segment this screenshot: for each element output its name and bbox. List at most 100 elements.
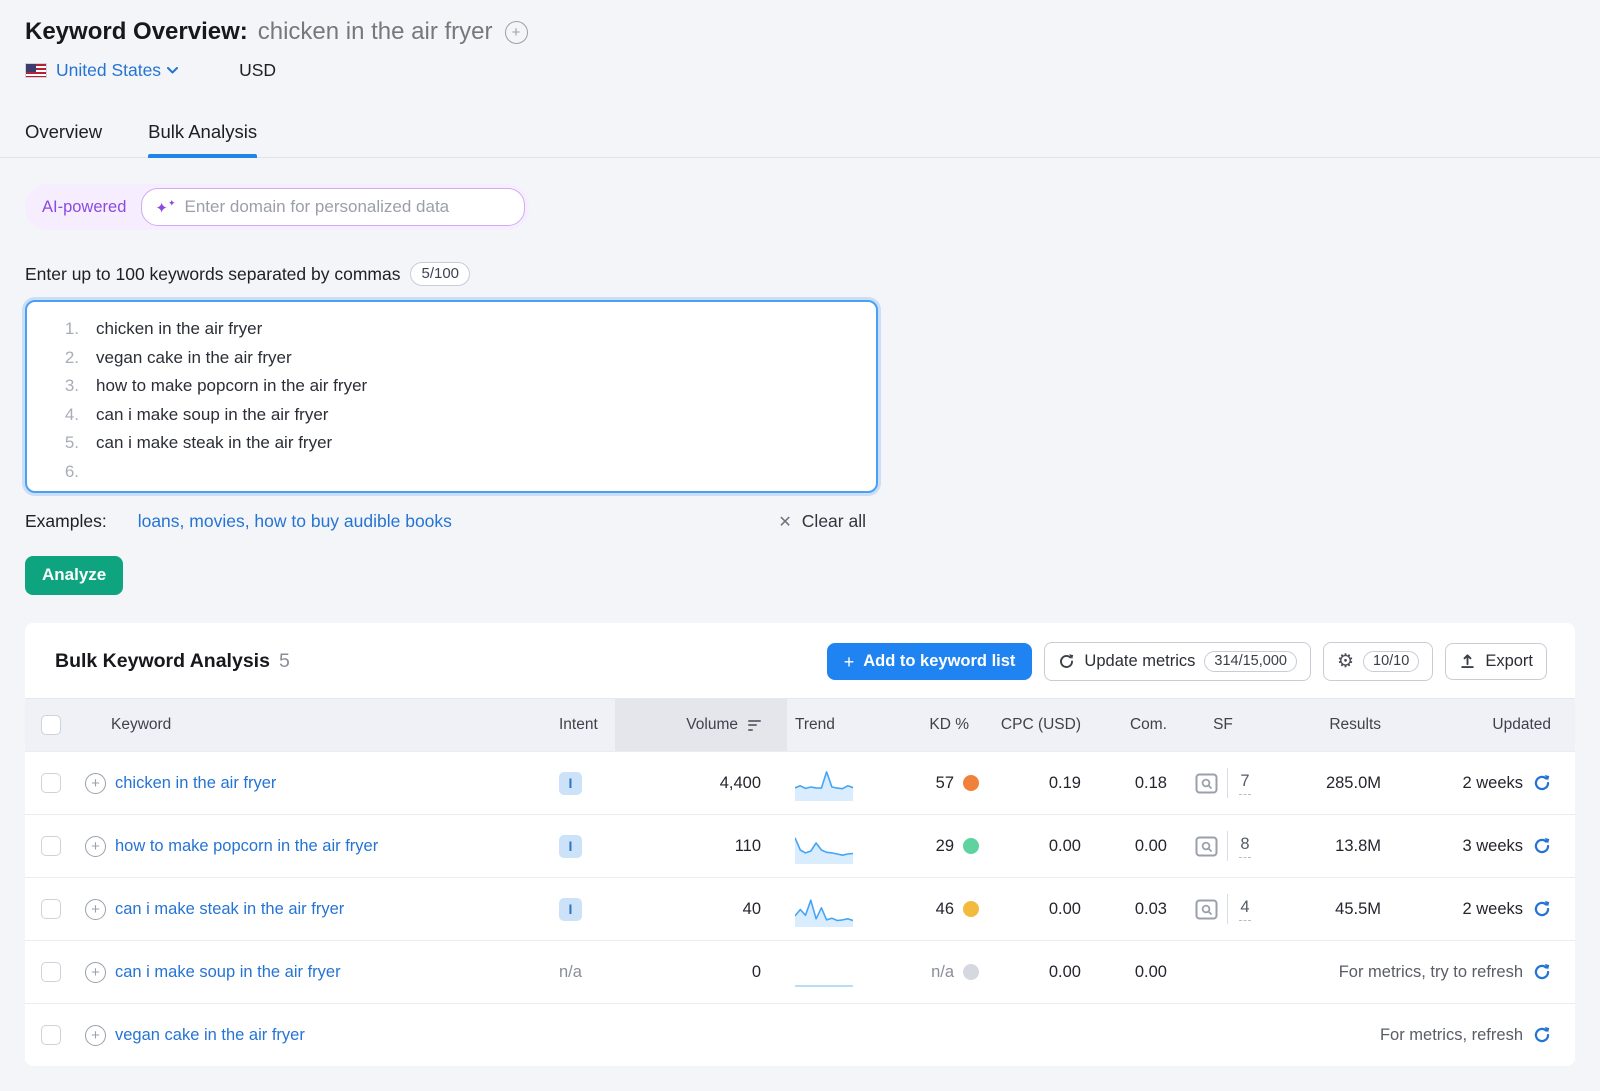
keyword-link[interactable]: vegan cake in the air fryer — [115, 1026, 305, 1045]
volume-cell: 0 — [615, 941, 787, 1003]
column-updated[interactable]: Updated — [1389, 699, 1575, 751]
examples-row: Examples: loans, movies, how to buy audi… — [25, 511, 878, 532]
clear-all-label: Clear all — [802, 511, 866, 532]
examples-link[interactable]: loans, movies, how to buy audible books — [138, 511, 452, 532]
line-text: how to make popcorn in the air fryer — [96, 372, 367, 401]
keyword-line: 3.how to make popcorn in the air fryer — [45, 372, 858, 401]
intent-cell: I — [551, 815, 615, 877]
trend-sparkline — [787, 941, 889, 1003]
sf-count[interactable]: 4 — [1239, 897, 1250, 922]
domain-input[interactable] — [185, 197, 509, 217]
column-keyword[interactable]: Keyword — [77, 699, 551, 751]
keyword-link[interactable]: chicken in the air fryer — [115, 774, 276, 793]
kd-dot — [963, 901, 979, 917]
serp-features-icon[interactable] — [1195, 899, 1218, 920]
add-keyword-to-list-icon[interactable]: + — [505, 21, 528, 44]
settings-button[interactable]: ⚙ 10/10 — [1323, 642, 1433, 681]
column-com[interactable]: Com. — [1095, 699, 1175, 751]
export-label: Export — [1485, 652, 1533, 671]
updated-cell: 2 weeks — [1389, 878, 1575, 940]
add-to-keyword-list-button[interactable]: + Add to keyword list — [827, 643, 1033, 680]
row-checkbox[interactable] — [41, 962, 61, 982]
refresh-icon[interactable] — [1533, 837, 1551, 855]
metrics-note-text: For metrics, refresh — [1380, 1026, 1523, 1045]
updated-value: 2 weeks — [1462, 900, 1523, 919]
com-cell: 0.00 — [1095, 815, 1175, 877]
export-icon — [1459, 653, 1476, 670]
row-checkbox[interactable] — [41, 836, 61, 856]
table-row: + how to make popcorn in the air fryer I… — [25, 814, 1575, 877]
keyword-link[interactable]: can i make soup in the air fryer — [115, 963, 341, 982]
sf-cell: 8 — [1175, 815, 1271, 877]
kd-cell: 29 — [889, 815, 987, 877]
keyword-link[interactable]: can i make steak in the air fryer — [115, 900, 344, 919]
line-text: chicken in the air fryer — [96, 315, 262, 344]
volume-cell — [615, 1004, 787, 1066]
column-intent[interactable]: Intent — [551, 699, 615, 751]
volume-cell: 40 — [615, 878, 787, 940]
intent-badge-informational: I — [559, 835, 582, 858]
sf-cell — [1175, 1004, 1271, 1066]
export-button[interactable]: Export — [1445, 643, 1547, 680]
tab-overview[interactable]: Overview — [25, 111, 102, 157]
intent-badge-informational: I — [559, 772, 582, 795]
update-metrics-label: Update metrics — [1084, 652, 1195, 671]
serp-features-icon[interactable] — [1195, 836, 1218, 857]
kd-value: 29 — [936, 837, 954, 856]
panel-header: Bulk Keyword Analysis 5 + Add to keyword… — [25, 623, 1575, 698]
sf-count[interactable]: 8 — [1239, 834, 1250, 859]
analyze-button[interactable]: Analyze — [25, 556, 123, 595]
row-checkbox[interactable] — [41, 773, 61, 793]
panel-actions: + Add to keyword list Update metrics 314… — [827, 642, 1547, 681]
keyword-link[interactable]: how to make popcorn in the air fryer — [115, 837, 378, 856]
metrics-note: For metrics, try to refresh — [1271, 941, 1575, 1003]
line-number: 6. — [45, 458, 79, 487]
line-number: 2. — [45, 344, 79, 373]
column-trend[interactable]: Trend — [787, 699, 889, 751]
kd-dot — [963, 838, 979, 854]
kd-dot — [963, 964, 979, 980]
trend-sparkline — [787, 878, 889, 940]
kd-cell: 46 — [889, 878, 987, 940]
sf-count[interactable]: 7 — [1239, 771, 1250, 796]
add-keyword-icon[interactable]: + — [85, 836, 106, 857]
update-metrics-button[interactable]: Update metrics 314/15,000 — [1044, 642, 1311, 681]
add-keyword-icon[interactable]: + — [85, 1025, 106, 1046]
refresh-icon[interactable] — [1533, 774, 1551, 792]
clear-all-button[interactable]: ✕ Clear all — [778, 511, 866, 532]
line-text: can i make steak in the air fryer — [96, 429, 332, 458]
column-volume[interactable]: Volume — [615, 699, 787, 751]
add-keyword-icon[interactable]: + — [85, 899, 106, 920]
select-all-checkbox[interactable] — [41, 715, 61, 735]
panel-count: 5 — [279, 650, 290, 673]
row-checkbox[interactable] — [41, 899, 61, 919]
kd-cell: n/a — [889, 941, 987, 1003]
serp-features-icon[interactable] — [1195, 773, 1218, 794]
column-sf[interactable]: SF — [1175, 699, 1271, 751]
country-selector[interactable]: United States — [56, 60, 178, 81]
cpc-cell: 0.00 — [987, 878, 1095, 940]
refresh-icon[interactable] — [1533, 1026, 1551, 1044]
line-text: can i make soup in the air fryer — [96, 401, 328, 430]
refresh-icon[interactable] — [1533, 963, 1551, 981]
tab-bar: Overview Bulk Analysis — [0, 111, 1600, 158]
column-kd[interactable]: KD % — [889, 699, 987, 751]
results-cell: 45.5M — [1271, 878, 1389, 940]
line-number: 5. — [45, 429, 79, 458]
keywords-textarea[interactable]: 1.chicken in the air fryer2.vegan cake i… — [25, 300, 878, 493]
column-cpc[interactable]: CPC (USD) — [987, 699, 1095, 751]
trend-sparkline — [787, 1004, 889, 1066]
tab-bulk-analysis[interactable]: Bulk Analysis — [148, 111, 257, 157]
cpc-cell: 0.00 — [987, 815, 1095, 877]
column-volume-label: Volume — [686, 716, 738, 734]
add-keyword-icon[interactable]: + — [85, 773, 106, 794]
row-checkbox[interactable] — [41, 1025, 61, 1045]
kd-cell: 57 — [889, 752, 987, 814]
keywords-label: Enter up to 100 keywords separated by co… — [25, 264, 400, 285]
sf-cell — [1175, 941, 1271, 1003]
column-results[interactable]: Results — [1271, 699, 1389, 751]
add-keyword-icon[interactable]: + — [85, 962, 106, 983]
refresh-icon[interactable] — [1533, 900, 1551, 918]
volume-cell: 110 — [615, 815, 787, 877]
divider — [1227, 831, 1228, 861]
